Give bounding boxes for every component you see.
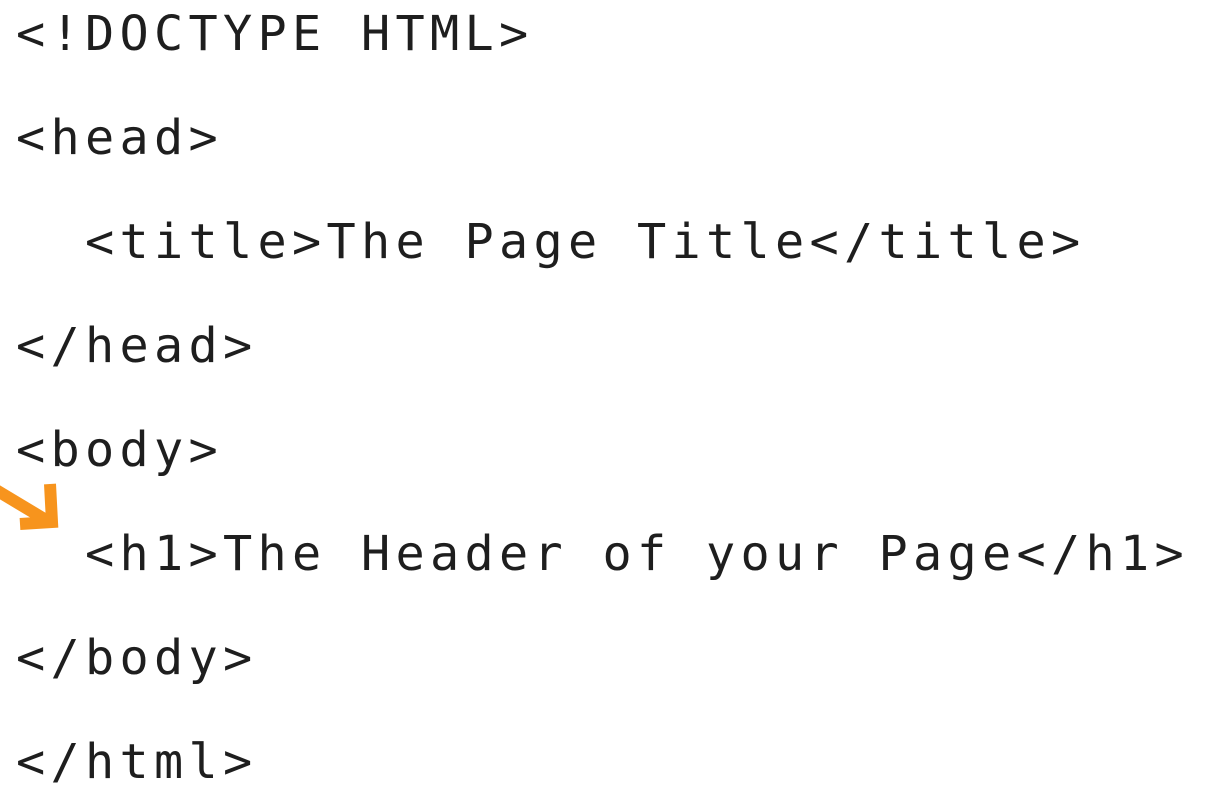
code-listing: <!DOCTYPE HTML> <head> <title>The Page T… (16, 0, 1209, 790)
code-line-doctype: <!DOCTYPE HTML> (16, 6, 534, 62)
code-line-h1: <h1>The Header of your Page</h1> (16, 526, 1189, 582)
code-line-head-open: <head> (16, 110, 223, 166)
code-line-title: <title>The Page Title</title> (16, 214, 1086, 270)
code-line-body-open: <body> (16, 422, 223, 478)
code-line-body-close: </body> (16, 630, 258, 686)
arrow-down-right-icon (0, 483, 59, 530)
code-line-html-close: </html> (16, 734, 258, 790)
code-line-head-close: </head> (16, 318, 258, 374)
